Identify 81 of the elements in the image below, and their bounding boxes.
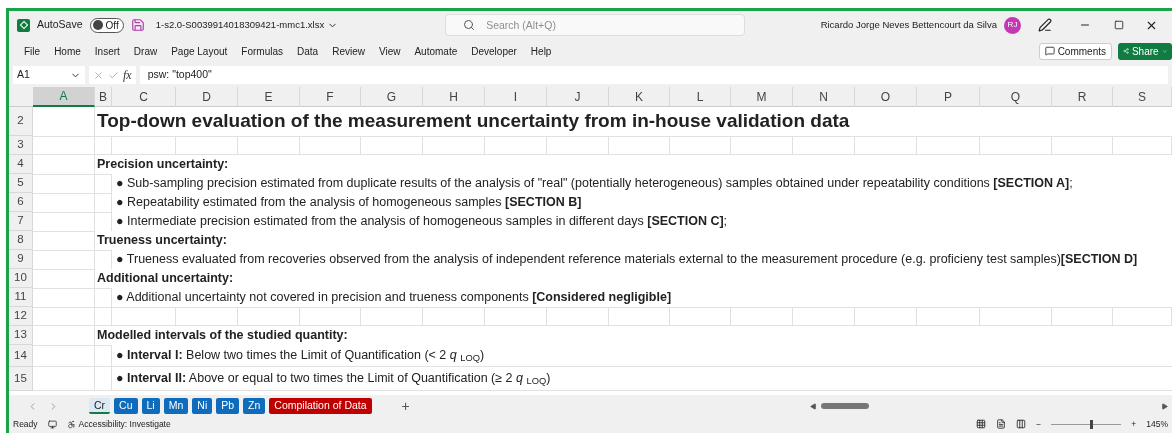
sheet-tab[interactable]: Ni bbox=[192, 398, 213, 414]
row-header[interactable]: 2 bbox=[9, 107, 33, 136]
row-header[interactable]: 9 bbox=[9, 250, 33, 269]
search-icon bbox=[463, 19, 476, 31]
sheet-tab[interactable]: Pb bbox=[216, 398, 240, 414]
comment-icon bbox=[1044, 46, 1055, 56]
cell-text: ● Trueness evaluated from recoveries observed from the analysis of independent reference materials external to the measurement procedure (e.g. proficieny test samples)[SECTION D] bbox=[115, 251, 1138, 268]
status-text: Ready bbox=[13, 419, 38, 429]
menu-item[interactable]: Home bbox=[47, 43, 88, 59]
menu-item[interactable]: Formulas bbox=[234, 43, 291, 59]
menu-item[interactable]: Page Layout bbox=[164, 43, 235, 59]
comments-button[interactable]: Comments bbox=[1038, 42, 1112, 60]
scroll-left-icon[interactable] bbox=[810, 402, 817, 410]
normal-view-icon[interactable] bbox=[976, 419, 987, 429]
row-header[interactable]: 12 bbox=[9, 307, 33, 326]
scrollbar-thumb[interactable] bbox=[821, 403, 869, 409]
zoom-out-button[interactable]: − bbox=[1036, 419, 1042, 429]
sheet-tab[interactable]: Compilation of Data bbox=[269, 398, 372, 414]
zoom-thumb[interactable] bbox=[1089, 419, 1093, 429]
sheet-tab[interactable]: Zn bbox=[243, 398, 266, 414]
row-header[interactable]: 7 bbox=[9, 212, 33, 231]
save-icon[interactable] bbox=[130, 18, 145, 32]
formula-input[interactable]: psw: "top400" bbox=[139, 66, 1168, 84]
zoom-in-button[interactable]: + bbox=[1131, 419, 1137, 429]
sheet-tab[interactable]: Li bbox=[141, 398, 160, 414]
cell-text: Top-down evaluation of the measurement uncertainty from in-house validation data bbox=[97, 109, 850, 133]
macro-icon[interactable] bbox=[47, 419, 57, 429]
scroll-right-icon[interactable] bbox=[1161, 402, 1168, 410]
page-break-icon[interactable] bbox=[1016, 419, 1027, 429]
name-box[interactable]: A1 bbox=[13, 66, 85, 84]
cell-text: ● Intermediate precision estimated from the analysis of homogeneous samples in different days [SECTION C]; bbox=[115, 213, 728, 230]
cell-text: Additional uncertainty: bbox=[97, 270, 234, 287]
add-sheet-button[interactable]: + bbox=[401, 395, 410, 417]
share-button[interactable]: Share bbox=[1118, 42, 1172, 60]
check-icon[interactable] bbox=[108, 69, 119, 81]
cell-text: Precision uncertainty: bbox=[97, 156, 229, 173]
menu-item[interactable]: Insert bbox=[87, 43, 127, 59]
excel-logo-icon bbox=[17, 18, 30, 32]
row-header[interactable]: 3 bbox=[9, 136, 33, 155]
maximize-icon[interactable] bbox=[1114, 20, 1124, 30]
file-name[interactable]: 1-s2.0-S0039914018309421-mmc1.xlsx bbox=[155, 17, 339, 33]
row-header[interactable]: 4 bbox=[9, 155, 33, 174]
menu-item[interactable]: Automate bbox=[407, 43, 465, 59]
menu-item[interactable]: Help bbox=[523, 43, 559, 59]
sheet-tab[interactable]: Mn bbox=[163, 398, 189, 414]
search-field[interactable]: Search (Alt+Q) bbox=[445, 14, 746, 36]
menu-item[interactable]: Data bbox=[290, 43, 326, 59]
cell-text: ● Additional uncertainty not covered in precision and trueness components [Considered negligible] bbox=[115, 289, 672, 306]
page-layout-icon[interactable] bbox=[996, 419, 1007, 429]
accessibility-status[interactable]: Accessibility: Investigate bbox=[66, 419, 171, 429]
row-header[interactable]: 15 bbox=[9, 367, 33, 391]
sheet-tab[interactable]: Cu bbox=[114, 398, 138, 414]
zoom-level: 145% bbox=[1146, 419, 1168, 429]
cell-text: Trueness uncertainty: bbox=[97, 232, 227, 249]
cell-text: ● Sub-sampling precision estimated from duplicate results of the analysis of "real" (potentially heterogeneous) samples obtained under repeatability conditions [SECTION A]; bbox=[115, 175, 1073, 192]
row-header[interactable]: 8 bbox=[9, 231, 33, 250]
menu-item[interactable]: Developer bbox=[464, 43, 524, 59]
pen-icon[interactable] bbox=[1038, 18, 1052, 32]
insert-function-button[interactable]: fx bbox=[123, 66, 132, 84]
row-header[interactable]: 11 bbox=[9, 288, 33, 307]
cell-text: ● Interval I: Below two times the Limit of Quantification (< 2 q $_{LOQ}$) bbox=[115, 347, 485, 365]
row-header[interactable]: 6 bbox=[9, 193, 33, 212]
row-header[interactable]: 10 bbox=[9, 269, 33, 288]
sheet-tab[interactable]: Cr bbox=[89, 398, 111, 414]
row-header[interactable]: 13 bbox=[9, 326, 33, 345]
menu-item[interactable]: File bbox=[17, 43, 48, 59]
column-header[interactable]: A bbox=[33, 87, 95, 107]
row-header[interactable]: 14 bbox=[9, 345, 33, 367]
cell-text: Modelled intervals of the studied quantity: bbox=[97, 327, 348, 344]
user-avatar[interactable]: RJ bbox=[1004, 16, 1021, 34]
autosave-label: AutoSave bbox=[37, 17, 83, 33]
accessibility-icon bbox=[66, 419, 76, 429]
share-icon bbox=[1123, 46, 1129, 56]
cell-text: ● Repeatability estimated from the analysis of homogeneous samples [SECTION B] bbox=[115, 194, 582, 211]
row-header[interactable]: 5 bbox=[9, 174, 33, 193]
cell-text: ● Interval II: Above or equal to two times the Limit of Quantification (≥ 2 q $_{LOQ}$) bbox=[115, 370, 551, 388]
menu-item[interactable]: Review bbox=[325, 43, 372, 59]
menu-item[interactable]: Draw bbox=[126, 43, 165, 59]
autosave-toggle[interactable]: Off bbox=[89, 17, 124, 33]
menu-item[interactable]: View bbox=[371, 43, 408, 59]
user-name: Ricardo Jorge Neves Bettencourt da Silva bbox=[820, 17, 997, 32]
